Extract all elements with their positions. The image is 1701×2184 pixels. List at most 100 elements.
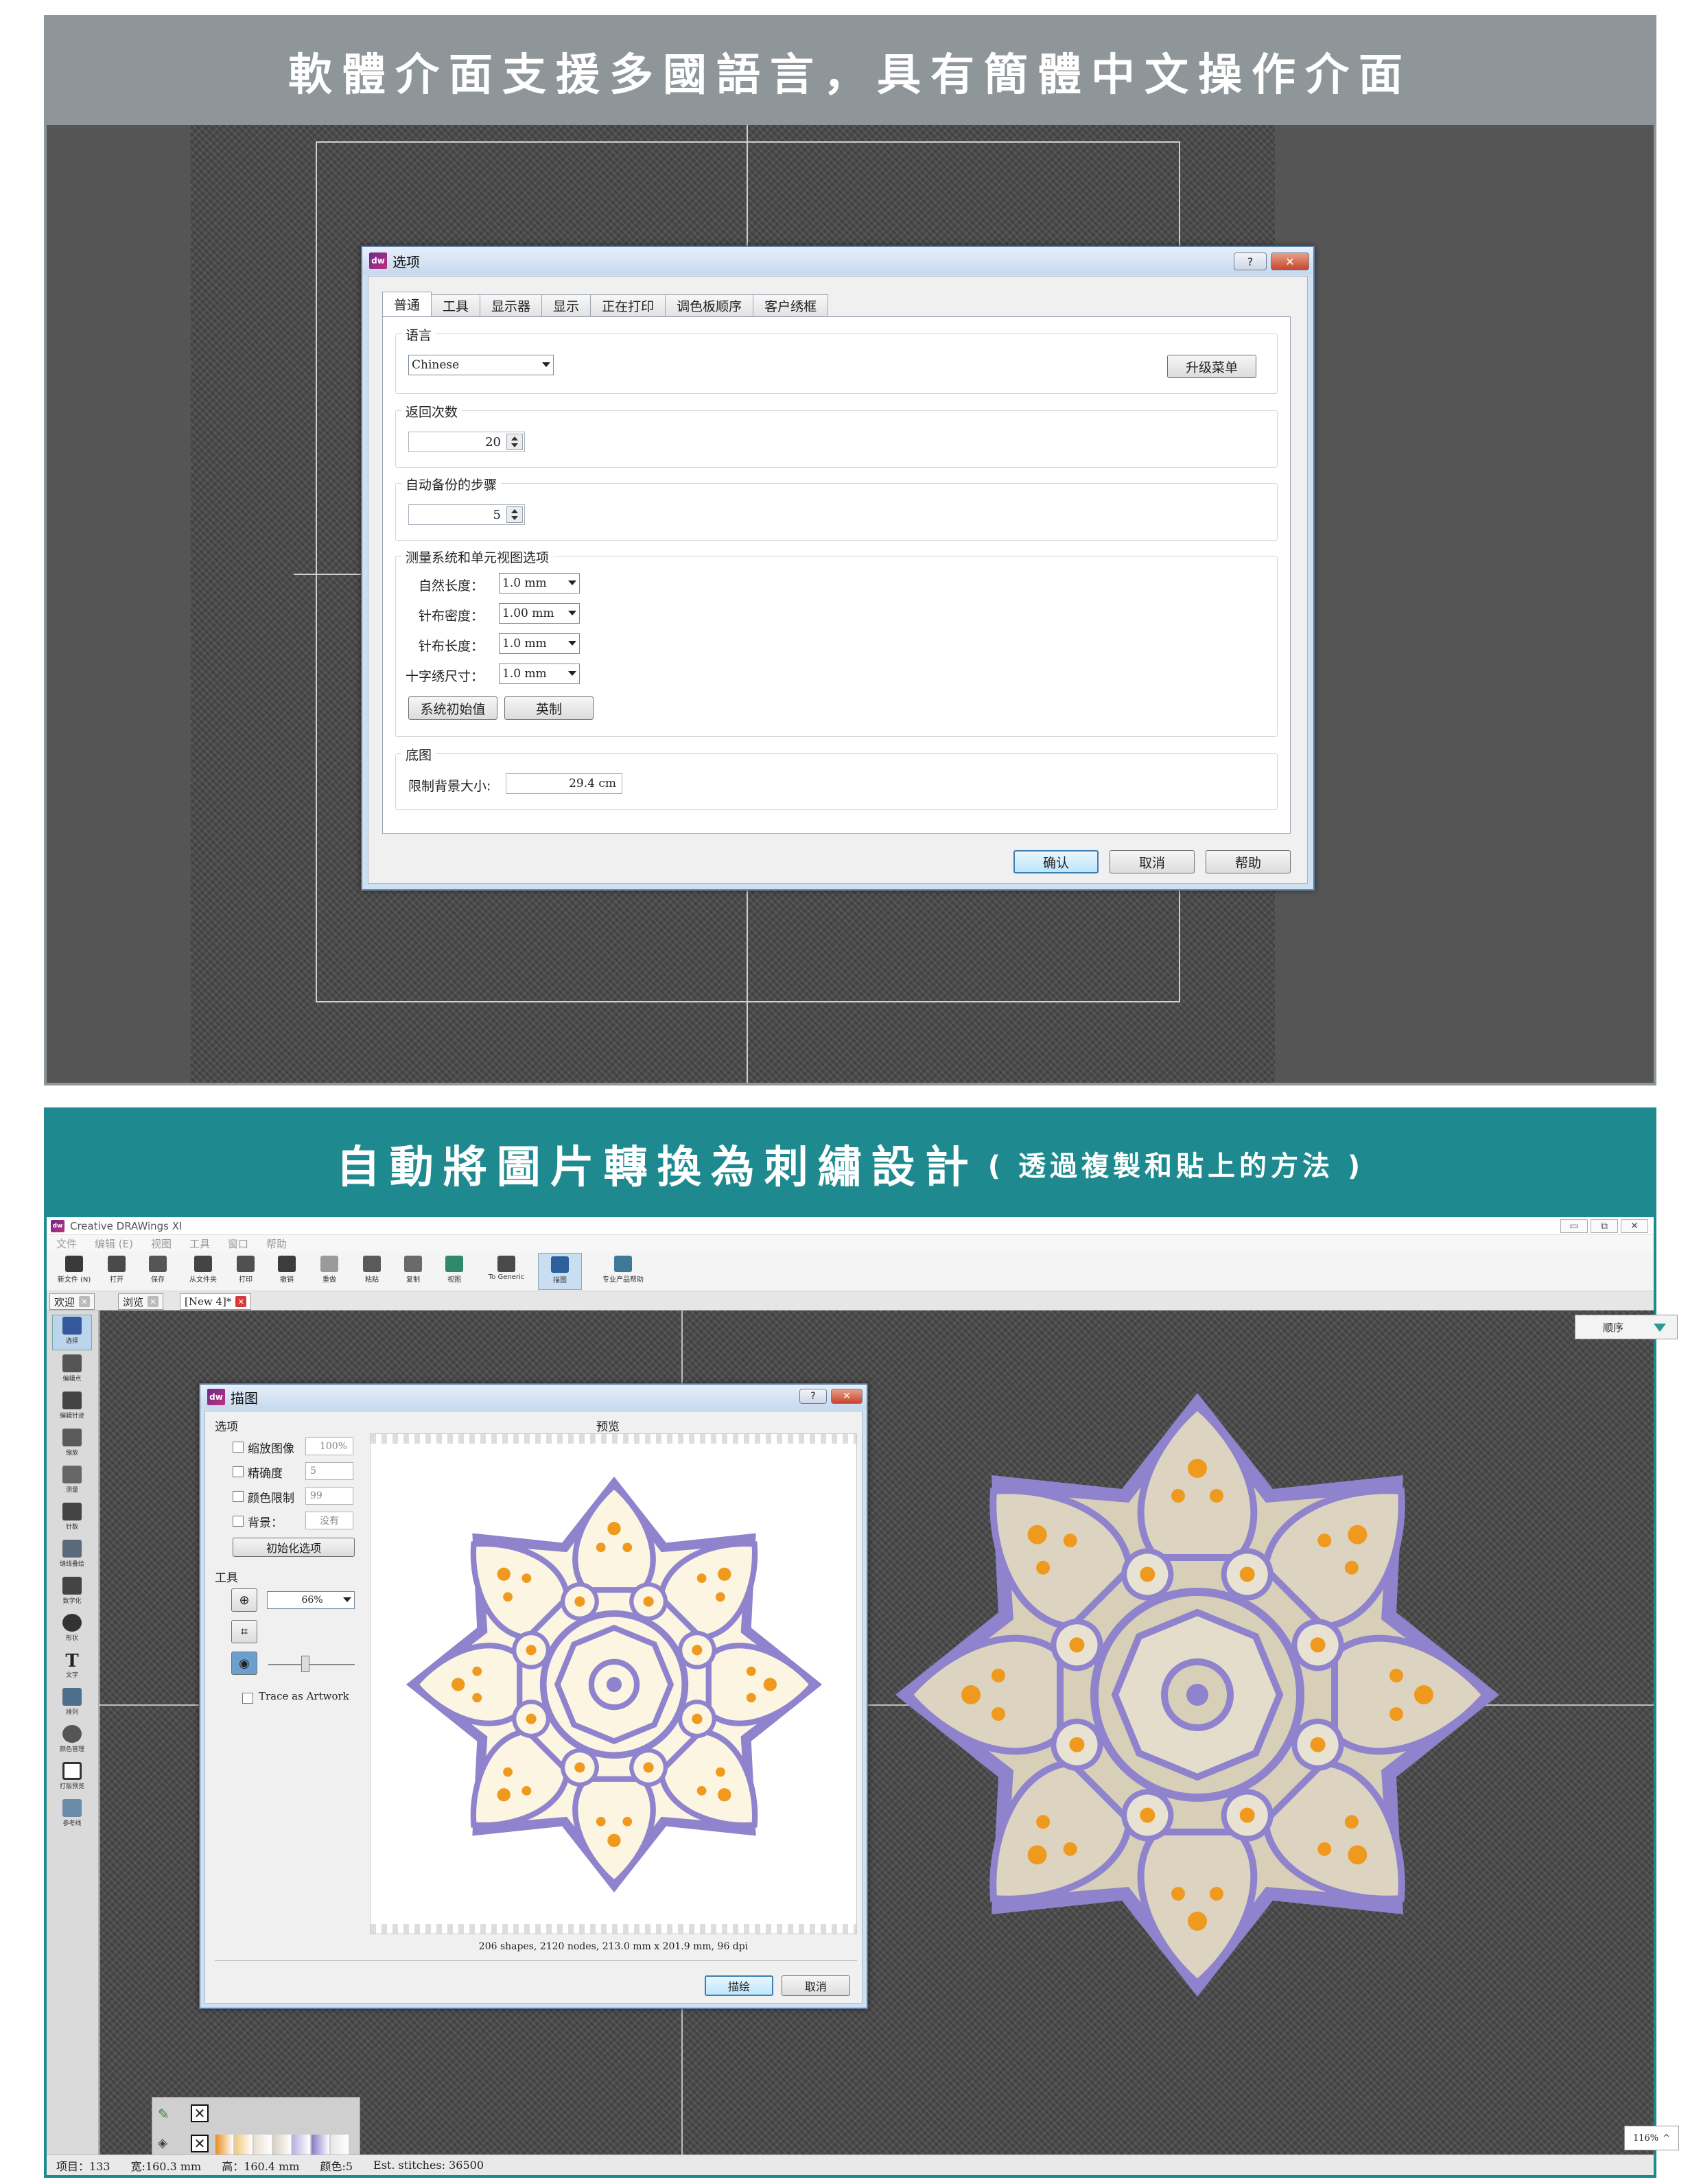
tab-printing[interactable]: 正在打印 bbox=[590, 294, 666, 316]
paste-button[interactable]: 粘贴 bbox=[350, 1253, 394, 1290]
zoom-tool[interactable]: 缩放 bbox=[52, 1427, 92, 1463]
edit-stitches-tool[interactable]: 编辑针迹 bbox=[52, 1390, 92, 1426]
menu-edit[interactable]: 编辑 (E) bbox=[95, 1236, 133, 1251]
tab-new-4[interactable]: [New 4]* ✕ bbox=[180, 1293, 252, 1310]
upgrade-menu-button[interactable]: 升级菜单 bbox=[1167, 355, 1256, 378]
minimize-icon[interactable]: ▭ bbox=[1560, 1219, 1588, 1233]
zoom-icon[interactable]: ⊕ bbox=[231, 1588, 257, 1612]
tab-welcome[interactable]: 欢迎 ✕ bbox=[49, 1293, 95, 1310]
ok-button[interactable]: 确认 bbox=[1013, 850, 1099, 873]
close-icon[interactable]: ✕ bbox=[235, 1296, 247, 1307]
hoop-preview-tool[interactable]: 打版预览 bbox=[52, 1761, 92, 1796]
save-button[interactable]: 保存 bbox=[136, 1253, 180, 1290]
tab-display[interactable]: 显示 bbox=[541, 294, 591, 316]
imperial-button[interactable]: 英制 bbox=[504, 696, 594, 720]
tab-monitor[interactable]: 显示器 bbox=[480, 294, 543, 316]
palette-swatch-5[interactable] bbox=[292, 2135, 310, 2155]
camera-icon[interactable]: ◉ bbox=[231, 1652, 257, 1675]
undo-count-stepper[interactable]: 20 bbox=[408, 432, 525, 452]
color-limit-checkbox[interactable] bbox=[233, 1491, 244, 1502]
init-options-button[interactable]: 初始化选项 bbox=[233, 1538, 355, 1557]
palette-swatch-4[interactable] bbox=[273, 2135, 291, 2155]
trace-as-artwork-checkbox[interactable] bbox=[242, 1693, 253, 1704]
arrange-tool[interactable]: 排列 bbox=[52, 1687, 92, 1722]
spin-arrows-icon[interactable] bbox=[506, 434, 523, 450]
cancel-button[interactable]: 取消 bbox=[1110, 850, 1195, 873]
natural-length-select[interactable]: 1.0 mm bbox=[499, 573, 580, 594]
autosave-steps-stepper[interactable]: 5 bbox=[408, 504, 525, 525]
menu-file[interactable]: 文件 bbox=[56, 1236, 77, 1251]
help-button[interactable]: 帮助 bbox=[1206, 850, 1291, 873]
help-icon[interactable]: ? bbox=[1234, 253, 1267, 270]
menu-help[interactable]: 帮助 bbox=[266, 1236, 287, 1251]
palette-swatch-7[interactable] bbox=[331, 2135, 349, 2155]
restore-icon[interactable]: ⧉ bbox=[1591, 1219, 1618, 1233]
close-icon[interactable]: ✕ bbox=[79, 1296, 91, 1307]
cross-stitch-size-select[interactable]: 1.0 mm bbox=[499, 664, 580, 684]
text-tool[interactable]: T 文字 bbox=[52, 1649, 92, 1685]
to-generic-button[interactable]: To Generic bbox=[479, 1253, 534, 1290]
fill-density-select[interactable]: 1.00 mm bbox=[499, 603, 580, 624]
scale-image-input[interactable]: 100% bbox=[305, 1437, 353, 1455]
reference-tool[interactable]: 参考线 bbox=[52, 1798, 92, 1833]
embroidered-design[interactable] bbox=[889, 1386, 1506, 2004]
close-icon[interactable]: ✕ bbox=[148, 1296, 159, 1307]
tab-browse[interactable]: 浏览 ✕ bbox=[118, 1293, 164, 1310]
close-icon[interactable]: ✕ bbox=[831, 1389, 863, 1404]
view-button[interactable]: 视图 bbox=[432, 1253, 476, 1290]
menu-tools[interactable]: 工具 bbox=[189, 1236, 210, 1251]
palette-swatch-6[interactable] bbox=[312, 2135, 329, 2155]
no-outline-icon[interactable]: ✕ bbox=[191, 2104, 209, 2122]
print-button[interactable]: 打印 bbox=[224, 1253, 268, 1290]
no-fill-icon[interactable]: ✕ bbox=[191, 2135, 209, 2152]
from-folder-button[interactable]: 从文件夹 bbox=[181, 1253, 225, 1290]
palette-swatch-2[interactable] bbox=[235, 2135, 253, 2155]
pro-help-button[interactable]: 专业产品帮助 bbox=[589, 1253, 657, 1290]
overlay-tool[interactable]: 缝线叠绘 bbox=[52, 1538, 92, 1574]
help-icon[interactable]: ? bbox=[799, 1389, 827, 1404]
palette-swatch-3[interactable] bbox=[254, 2135, 272, 2155]
edit-nodes-tool[interactable]: 编辑点 bbox=[52, 1353, 92, 1389]
close-icon[interactable]: ✕ bbox=[1621, 1219, 1648, 1233]
zoom-indicator[interactable]: 116% ^ bbox=[1624, 2126, 1679, 2150]
new-file-button[interactable]: 新文件 (N) bbox=[52, 1253, 96, 1290]
crop-icon[interactable]: ⌗ bbox=[231, 1620, 257, 1643]
menu-view[interactable]: 视图 bbox=[151, 1236, 172, 1251]
close-icon[interactable]: ✕ bbox=[1271, 253, 1309, 270]
undo-button[interactable]: 撤销 bbox=[265, 1253, 309, 1290]
select-tool[interactable]: 选择 bbox=[52, 1315, 92, 1350]
background-size-input[interactable]: 29.4 cm bbox=[506, 773, 622, 794]
color-manage-tool[interactable]: 颜色管理 bbox=[52, 1724, 92, 1759]
accuracy-input[interactable]: 5 bbox=[305, 1462, 353, 1480]
color-limit-input[interactable]: 99 bbox=[305, 1487, 353, 1505]
trace-cancel-button[interactable]: 取消 bbox=[782, 1975, 850, 1996]
language-select[interactable]: Chinese bbox=[408, 355, 554, 375]
scale-image-checkbox[interactable] bbox=[233, 1442, 244, 1453]
stitch-count-tool[interactable]: 针数 bbox=[52, 1501, 92, 1537]
spin-arrows-icon[interactable] bbox=[506, 506, 523, 523]
tab-general[interactable]: 普通 bbox=[382, 292, 432, 316]
shape-tool[interactable]: 形状 bbox=[52, 1612, 92, 1648]
order-dropdown[interactable]: 顺序 bbox=[1575, 1315, 1678, 1339]
tab-palette-order[interactable]: 调色板顺序 bbox=[665, 294, 754, 316]
copy-button[interactable]: 复制 bbox=[391, 1253, 435, 1290]
menu-window[interactable]: 窗口 bbox=[228, 1236, 248, 1251]
slider-thumb[interactable] bbox=[301, 1656, 309, 1672]
palette-swatch-1[interactable] bbox=[215, 2135, 233, 2155]
trace-button[interactable]: 描图 bbox=[538, 1253, 582, 1290]
system-defaults-button[interactable]: 系统初始值 bbox=[408, 696, 497, 720]
digitize-tool[interactable]: 数字化 bbox=[52, 1575, 92, 1611]
fill-length-select[interactable]: 1.0 mm bbox=[499, 633, 580, 654]
tab-custom-hoop[interactable]: 客户绣框 bbox=[753, 294, 829, 316]
background-checkbox[interactable] bbox=[233, 1516, 244, 1527]
redo-button[interactable]: 重做 bbox=[307, 1253, 351, 1290]
trace-confirm-button[interactable]: 描绘 bbox=[705, 1975, 773, 1996]
slider-track[interactable] bbox=[268, 1664, 355, 1665]
zoom-select[interactable]: 66% bbox=[267, 1591, 355, 1609]
tab-tools[interactable]: 工具 bbox=[431, 294, 481, 316]
design-canvas[interactable]: 顺序 116% ^ ✎ ✕ ◈ ✕ dw 描图 ? ✕ 选项 预览 缩放图像 1… bbox=[99, 1311, 1679, 2163]
measure-tool[interactable]: 测量 bbox=[52, 1464, 92, 1500]
open-button[interactable]: 打开 bbox=[95, 1253, 139, 1290]
background-input[interactable]: 没有 bbox=[305, 1512, 353, 1529]
accuracy-checkbox[interactable] bbox=[233, 1466, 244, 1477]
